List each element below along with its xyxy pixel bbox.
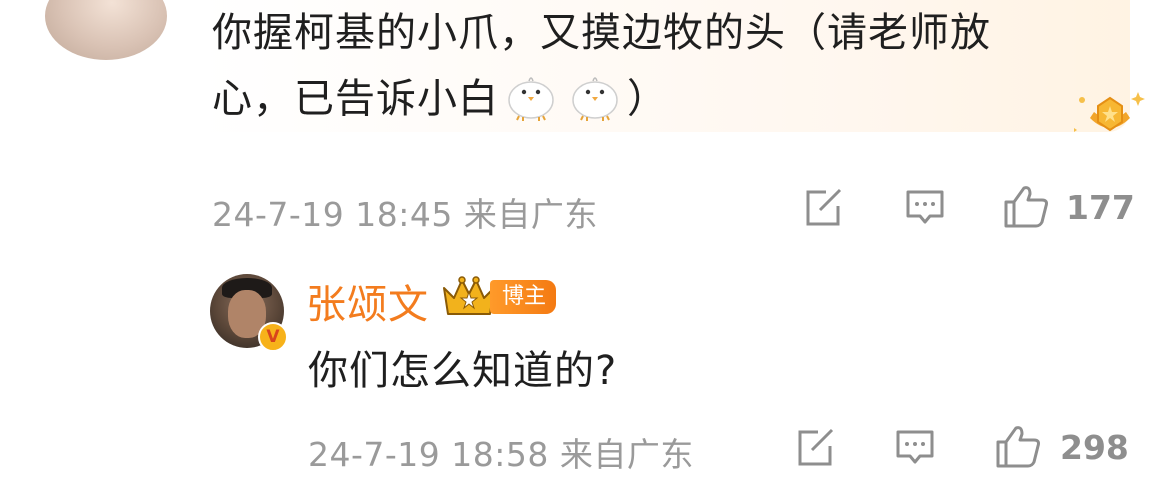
like-count: 177 (1066, 188, 1135, 227)
thumbs-up-icon[interactable] (994, 424, 1042, 468)
comment-timestamp: 24-7-19 18:45 来自广东 (212, 195, 598, 234)
comment-text: 你握柯基的小爪，又摸边牧的头（请老师放 心，已告诉小白 ） (212, 0, 1072, 132)
comment-line-2: 心，已告诉小白 ） (212, 66, 1072, 132)
chick-emoji-icon (572, 77, 618, 121)
comment-line-2-text: 心，已告诉小白 (212, 76, 499, 122)
username[interactable]: 张颂文 (306, 272, 429, 330)
reply-text: 你们怎么知道的? (308, 348, 618, 394)
comment-icon[interactable] (904, 188, 946, 228)
thumbs-up-icon[interactable] (1002, 184, 1050, 228)
share-icon[interactable] (794, 428, 836, 468)
avatar[interactable] (45, 0, 167, 60)
comment-line-1: 你握柯基的小爪，又摸边牧的头（请老师放 (212, 10, 991, 56)
comment-icon[interactable] (894, 428, 936, 468)
reply-timestamp: 24-7-19 18:58 来自广东 (308, 435, 694, 474)
share-icon[interactable] (802, 188, 844, 228)
chick-emoji-icon (508, 77, 554, 121)
like-count: 298 (1060, 428, 1129, 467)
gem-badge-icon (1074, 92, 1145, 132)
comment-line-2-suffix: ） (627, 76, 668, 122)
verified-v-icon: V (258, 322, 288, 352)
blogger-tag: 博主 (490, 280, 557, 314)
